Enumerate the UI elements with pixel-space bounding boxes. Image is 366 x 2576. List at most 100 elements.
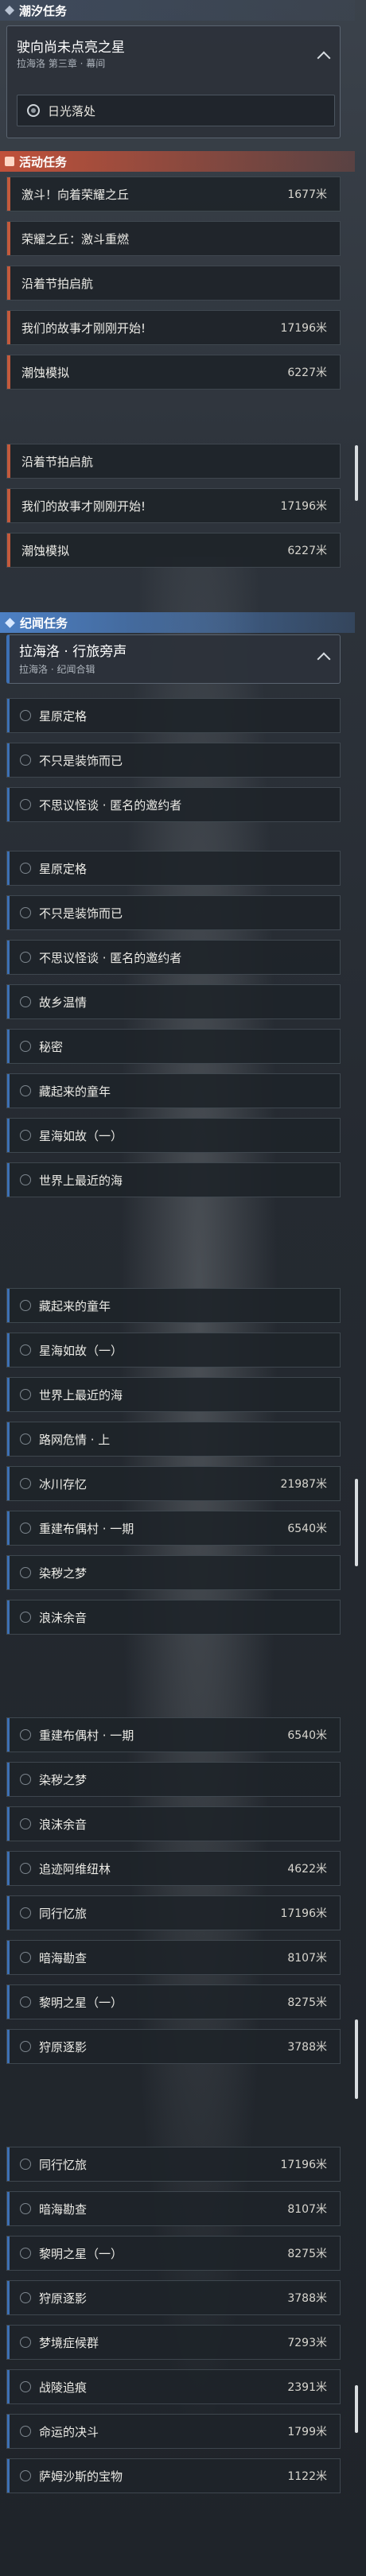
quest-row[interactable]: 我们的故事才刚刚开始! 17196米 [6,310,341,345]
quest-type-indicator [7,1985,10,2019]
quest-row[interactable]: 不思议怪谈 · 匿名的邀约者 [6,940,341,975]
quest-row[interactable]: 世界上最近的海 [6,1377,341,1412]
quest-row[interactable]: 路网危情 · 上 [6,1422,341,1457]
quest-type-indicator [7,1422,10,1456]
quest-name: 星原定格 [39,861,88,876]
quest-name: 不只是装饰而已 [39,906,123,921]
status-circle-icon [20,1389,31,1400]
quest-name: 秘密 [39,1039,64,1054]
quest-row[interactable]: 星海如故（一） [6,1333,341,1368]
quest-distance: 6540米 [287,1729,327,1742]
quest-name: 潮蚀模拟 [21,543,70,558]
quest-type-indicator [7,2192,10,2225]
quest-type-indicator [7,1718,10,1752]
status-circle-icon [20,996,31,1007]
quest-name: 藏起来的童年 [39,1084,111,1099]
quest-row[interactable]: 狩原逐影 3788米 [6,2029,341,2064]
quest-row[interactable]: 不只是装饰而已 [6,743,341,778]
scrollbar-thumb[interactable] [355,1479,358,1566]
quest-type-indicator [7,311,10,344]
quest-name: 染秽之梦 [39,1772,88,1787]
quest-row[interactable]: 黎明之星（一） 8275米 [6,1984,341,2019]
quest-name: 星海如故（一） [39,1128,123,1143]
quest-row[interactable]: 沿着节拍启航 [6,444,341,479]
quest-row[interactable]: 狩原逐影 3788米 [6,2280,341,2315]
quest-row[interactable]: 命运的决斗 1799米 [6,2414,341,2449]
status-circle-icon [20,907,31,918]
quest-distance: 1122米 [287,2470,327,2483]
scrollbar-thumb[interactable] [355,445,358,501]
quest-row[interactable]: 梦境症候群 7293米 [6,2325,341,2360]
quest-type-indicator [7,699,10,732]
tide-subtask[interactable]: 日光落处 [17,95,335,126]
chronicle-quest-subtitle: 拉海洛 · 纪闻合辑 [19,664,95,675]
quest-distance: 8275米 [287,1996,327,2009]
quest-row[interactable]: 战陵追痕 2391米 [6,2369,341,2404]
quest-name: 萨姆沙斯的宝物 [39,2469,123,2484]
quest-type-indicator [7,1556,10,1589]
quest-row[interactable]: 同行忆旅 17196米 [6,2147,341,2182]
quest-row[interactable]: 重建布偶村 · 一期 6540米 [6,1511,341,1546]
quest-row[interactable]: 染秽之梦 [6,1555,341,1590]
quest-row[interactable]: 黎明之星（一） 8275米 [6,2236,341,2271]
quest-type-indicator [7,1511,10,1545]
quest-row[interactable]: 藏起来的童年 [6,1288,341,1323]
status-circle-icon [20,1863,31,1874]
quest-row[interactable]: 不只是装饰而已 [6,895,341,930]
objective-ring-icon [27,104,40,117]
quest-distance: 17196米 [280,500,327,513]
quest-row[interactable]: 星原定格 [6,851,341,886]
quest-row[interactable]: 星海如故（一） [6,1118,341,1153]
quest-name: 我们的故事才刚刚开始! [21,499,146,514]
quest-row[interactable]: 星原定格 [6,698,341,733]
quest-row[interactable]: 不思议怪谈 · 匿名的邀约者 [6,787,341,822]
quest-row[interactable]: 激斗！向着荣耀之丘 1677米 [6,177,341,211]
status-circle-icon [20,1041,31,1052]
quest-name: 重建布偶村 · 一期 [39,1728,134,1743]
quest-type-indicator [7,2459,10,2493]
status-circle-icon [20,1907,31,1918]
status-circle-icon [20,1774,31,1785]
quest-row[interactable]: 冰川存忆 21987米 [6,1466,341,1501]
quest-row[interactable]: 潮蚀模拟 6227米 [6,533,341,568]
quest-type-indicator [7,1119,10,1152]
quest-row[interactable]: 同行忆旅 17196米 [6,1895,341,1930]
status-circle-icon [20,1818,31,1829]
quest-row[interactable]: 藏起来的童年 [6,1073,341,1108]
quest-row[interactable]: 追迹阿维纽林 4622米 [6,1851,341,1886]
quest-distance: 4622米 [287,1863,327,1876]
chevron-up-icon[interactable] [317,652,331,666]
tide-quest-card[interactable]: 驶向尚未点亮之星 拉海洛 第三章 · 幕间 日光落处 [6,25,341,138]
quest-type-indicator [7,2030,10,2063]
quest-row[interactable]: 潮蚀模拟 6227米 [6,355,341,390]
quest-row[interactable]: 荣耀之丘：激斗重燃 [6,221,341,256]
quest-row[interactable]: 重建布偶村 · 一期 6540米 [6,1717,341,1752]
quest-distance: 7293米 [287,2337,327,2349]
status-circle-icon [20,863,31,874]
scrollbar-thumb[interactable] [355,2385,358,2433]
quest-type-indicator [7,2237,10,2270]
chevron-up-icon[interactable] [317,51,331,65]
status-circle-icon [20,1612,31,1623]
quest-row[interactable]: 暗海勘查 8107米 [6,1940,341,1975]
quest-row[interactable]: 浪沫余音 [6,1600,341,1635]
quest-type-indicator [7,1030,10,1063]
quest-name: 我们的故事才刚刚开始! [21,320,146,336]
quest-name: 黎明之星（一） [39,1995,123,2010]
quest-row[interactable]: 故乡温情 [6,984,341,1019]
chronicle-quest-card[interactable]: 拉海洛 · 行旅旁声 拉海洛 · 纪闻合辑 [6,634,341,684]
status-circle-icon [20,755,31,766]
status-circle-icon [20,799,31,810]
quest-row[interactable]: 染秽之梦 [6,1762,341,1797]
quest-row[interactable]: 暗海勘查 8107米 [6,2191,341,2226]
quest-row[interactable]: 秘密 [6,1029,341,1064]
quest-row[interactable]: 萨姆沙斯的宝物 1122米 [6,2458,341,2493]
quest-row[interactable]: 世界上最近的海 [6,1162,341,1197]
quest-row[interactable]: 我们的故事才刚刚开始! 17196米 [6,488,341,523]
quest-row[interactable]: 沿着节拍启航 [6,266,341,301]
quest-type-indicator [7,2415,10,2448]
quest-row[interactable]: 浪沫余音 [6,1806,341,1841]
scrollbar-thumb[interactable] [355,2019,358,2099]
chronicle-quest-title: 拉海洛 · 行旅旁声 [19,644,127,660]
quest-type-indicator [7,2326,10,2359]
